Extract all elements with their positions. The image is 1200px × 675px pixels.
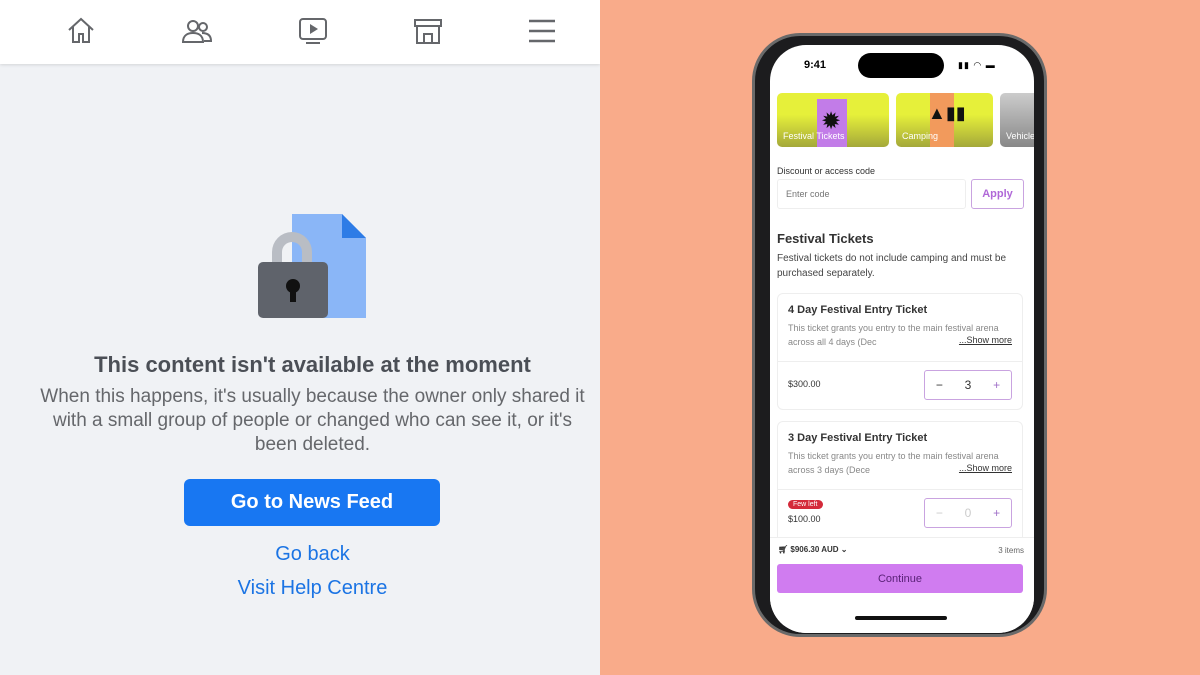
go-to-news-feed-button[interactable]: Go to News Feed	[184, 479, 440, 526]
marketplace-icon[interactable]	[411, 14, 445, 48]
plus-icon[interactable]: +	[993, 506, 1000, 520]
watch-icon[interactable]	[296, 14, 330, 48]
status-time: 9:41	[804, 59, 827, 71]
apply-button[interactable]: Apply	[971, 179, 1024, 209]
go-back-link[interactable]: Go back	[0, 543, 625, 566]
ticket-price: $300.00	[788, 379, 821, 389]
minus-icon[interactable]: −	[936, 506, 943, 520]
quantity-value: 3	[964, 378, 972, 392]
section-description: Festival tickets do not include camping …	[777, 253, 1007, 279]
error-description: When this happens, it's usually because …	[40, 386, 585, 455]
category-festival-tickets[interactable]: ✹ Festival Tickets	[777, 93, 889, 147]
facebook-panel: This content isn't available at the mome…	[0, 0, 600, 675]
ticket-card: 4 Day Festival Entry Ticket This ticket …	[777, 293, 1023, 410]
cart-icon: 🛒︎	[778, 545, 791, 554]
quantity-value: 0	[964, 506, 972, 520]
items-count: 3 items	[998, 546, 1024, 555]
quantity-stepper[interactable]: − 0 +	[924, 498, 1012, 528]
quantity-stepper[interactable]: − 3 +	[924, 370, 1012, 400]
few-left-badge: Few left	[788, 500, 823, 509]
home-icon[interactable]	[64, 14, 98, 48]
locked-content-icon	[258, 214, 366, 318]
show-more-link[interactable]: ...Show more	[956, 463, 1012, 473]
ticket-card: 3 Day Festival Entry Ticket This ticket …	[777, 421, 1023, 551]
ticket-name: 4 Day Festival Entry Ticket	[788, 304, 928, 316]
dynamic-island	[858, 53, 944, 78]
error-title: This content isn't available at the mome…	[94, 352, 531, 377]
home-indicator	[855, 616, 947, 620]
friends-icon[interactable]	[180, 14, 214, 48]
plus-icon[interactable]: +	[993, 378, 1000, 392]
help-centre-link[interactable]: Visit Help Centre	[0, 577, 625, 600]
continue-button[interactable]: Continue	[777, 564, 1023, 593]
discount-label: Discount or access code	[777, 166, 876, 176]
category-camping[interactable]: ▲▮▮ Camping	[896, 93, 993, 147]
ticket-price: $100.00	[788, 514, 821, 524]
phone-screen: 9:41 ▮▮ ◠ ▬ ✹ Festival Tickets ▲▮▮ Camping…	[770, 45, 1034, 633]
cart-total[interactable]: 🛒︎ $906.30 AUD ⌄	[778, 545, 848, 554]
status-icons: ▮▮ ◠ ▬	[958, 60, 996, 70]
section-title: Festival Tickets	[777, 231, 874, 246]
menu-icon[interactable]	[525, 14, 559, 48]
top-navigation	[0, 0, 600, 64]
ticket-name: 3 Day Festival Entry Ticket	[788, 432, 928, 444]
code-input[interactable]	[777, 179, 966, 209]
minus-icon[interactable]: −	[936, 378, 943, 392]
show-more-link[interactable]: ...Show more	[956, 335, 1012, 345]
category-vehicle[interactable]: Vehicle	[1000, 93, 1034, 147]
